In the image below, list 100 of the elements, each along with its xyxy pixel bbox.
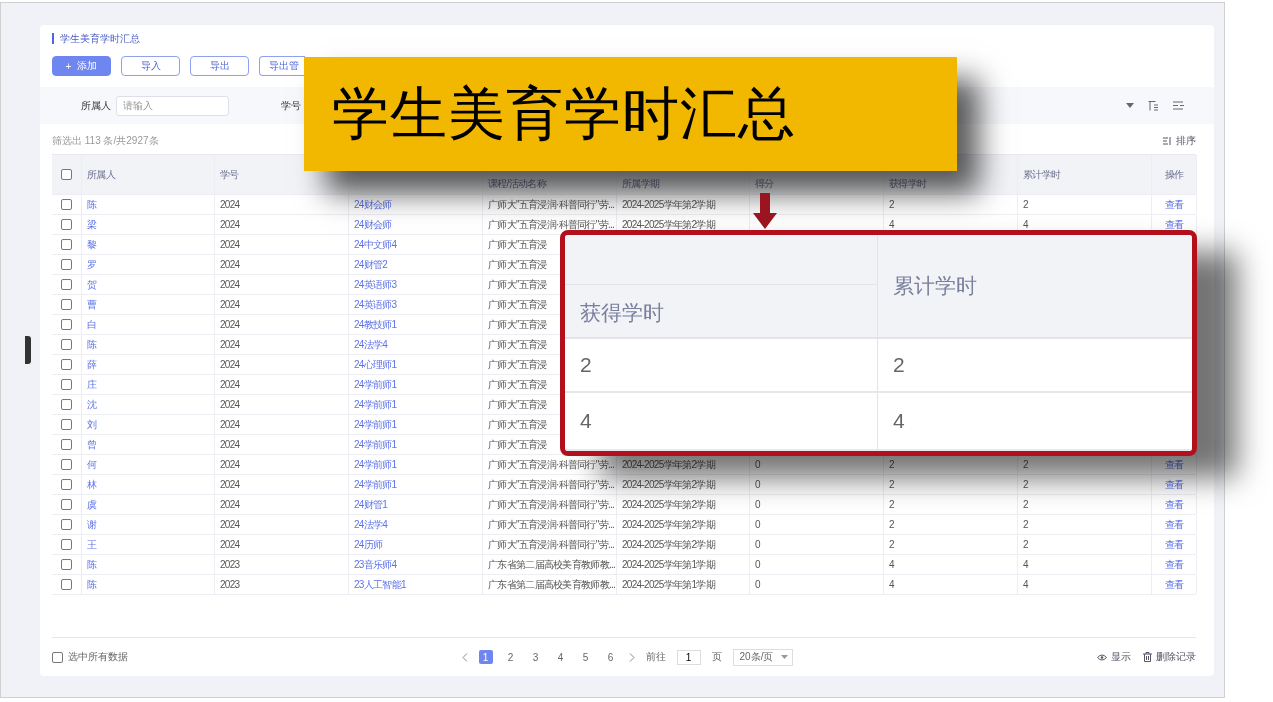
header-checkbox[interactable]	[61, 169, 72, 180]
checkbox[interactable]	[61, 439, 72, 450]
class-link[interactable]: 24教技师1	[354, 317, 397, 332]
checkbox[interactable]	[61, 499, 72, 510]
delete-records-button[interactable]: 删除记录	[1143, 650, 1196, 664]
table-cell: 广师大"五育浸润·科普同行"劳...	[488, 197, 615, 212]
view-link[interactable]: 查看	[1164, 577, 1184, 592]
page-button[interactable]: 4	[553, 650, 568, 664]
checkbox[interactable]	[61, 379, 72, 390]
page-button[interactable]: 5	[578, 650, 593, 664]
checkbox[interactable]	[61, 199, 72, 210]
view-link[interactable]: 查看	[1164, 457, 1184, 472]
collapse-handle[interactable]	[25, 336, 31, 364]
page-button[interactable]: 2	[503, 650, 518, 664]
class-link[interactable]: 24法学4	[354, 337, 388, 352]
caret-icon[interactable]	[1126, 103, 1134, 108]
student-name-link[interactable]: 陈	[87, 337, 97, 352]
view-link[interactable]: 查看	[1164, 517, 1184, 532]
checkbox[interactable]	[61, 259, 72, 270]
student-name-link[interactable]: 陈	[87, 557, 97, 572]
student-name-link[interactable]: 曾	[87, 437, 97, 452]
student-name-link[interactable]: 陈	[87, 577, 97, 592]
table-cell: 广师大"五育浸	[488, 357, 547, 372]
class-link[interactable]: 23音乐师4	[354, 557, 397, 572]
list-settings-icon[interactable]	[1173, 101, 1184, 110]
class-link[interactable]: 24中文师4	[354, 237, 397, 252]
checkbox[interactable]	[61, 539, 72, 550]
student-name-link[interactable]: 王	[87, 537, 97, 552]
class-link[interactable]: 24财会师	[354, 217, 392, 232]
class-link[interactable]: 24英语师3	[354, 277, 397, 292]
student-name-link[interactable]: 黎	[87, 237, 97, 252]
student-name-link[interactable]: 庄	[87, 377, 97, 392]
table-cell: 2024-2025学年第2学期	[622, 217, 715, 232]
select-all-checkbox[interactable]	[52, 651, 63, 663]
checkbox[interactable]	[61, 359, 72, 370]
checkbox[interactable]	[61, 579, 72, 590]
toolbar-button[interactable]: 导出管	[259, 56, 305, 76]
student-name-link[interactable]: 沈	[87, 397, 97, 412]
table-cell: 广师大"五育浸润·科普同行"劳...	[488, 497, 615, 512]
checkbox[interactable]	[61, 559, 72, 570]
checkbox[interactable]	[61, 319, 72, 330]
table-cell: 2024-2025学年第1学期	[622, 577, 715, 592]
page-input[interactable]: 1	[676, 649, 701, 665]
checkbox[interactable]	[61, 299, 72, 310]
toolbar-button[interactable]: + 添加	[52, 56, 111, 76]
table-cell: 0	[755, 519, 760, 530]
student-name-link[interactable]: 林	[87, 477, 97, 492]
show-button[interactable]: 显示	[1097, 650, 1131, 664]
view-link[interactable]: 查看	[1164, 217, 1184, 232]
class-link[interactable]: 24学前师1	[354, 477, 397, 492]
table-cell: 2024-2025学年第2学期	[622, 497, 715, 512]
class-link[interactable]: 24学前师1	[354, 457, 397, 472]
class-link[interactable]: 24财管1	[354, 497, 388, 512]
class-link[interactable]: 24心理师1	[354, 357, 397, 372]
page-button[interactable]: 1	[478, 650, 493, 664]
student-name-link[interactable]: 曹	[87, 297, 97, 312]
view-link[interactable]: 查看	[1164, 497, 1184, 512]
class-link[interactable]: 24学前师1	[354, 437, 397, 452]
table-cell: 4	[1023, 219, 1028, 230]
class-link[interactable]: 23人工智能1	[354, 577, 406, 592]
checkbox[interactable]	[61, 219, 72, 230]
student-name-link[interactable]: 陈	[87, 197, 97, 212]
checkbox[interactable]	[61, 339, 72, 350]
view-link[interactable]: 查看	[1164, 537, 1184, 552]
view-link[interactable]: 查看	[1164, 557, 1184, 572]
student-name-link[interactable]: 贺	[87, 277, 97, 292]
table-cell: 2024-2025学年第1学期	[622, 557, 715, 572]
student-name-link[interactable]: 薛	[87, 357, 97, 372]
checkbox[interactable]	[61, 239, 72, 250]
class-link[interactable]: 24历师	[354, 537, 383, 552]
student-name-link[interactable]: 罗	[87, 257, 97, 272]
toolbar-button[interactable]: 导出	[190, 56, 249, 76]
view-link[interactable]: 查看	[1164, 197, 1184, 212]
class-link[interactable]: 24法学4	[354, 517, 388, 532]
class-link[interactable]: 24财管2	[354, 257, 388, 272]
sort-button[interactable]: 排序	[1163, 134, 1196, 148]
student-name-link[interactable]: 梁	[87, 217, 97, 232]
class-link[interactable]: 24学前师1	[354, 417, 397, 432]
checkbox[interactable]	[61, 399, 72, 410]
checkbox[interactable]	[61, 479, 72, 490]
page-button[interactable]: 3	[528, 650, 543, 664]
checkbox[interactable]	[61, 519, 72, 530]
page-size-select[interactable]: 20条/页	[732, 648, 794, 666]
checkbox[interactable]	[61, 279, 72, 290]
class-link[interactable]: 24学前师1	[354, 377, 397, 392]
class-link[interactable]: 24财会师	[354, 197, 392, 212]
student-name-link[interactable]: 刘	[87, 417, 97, 432]
student-name-link[interactable]: 何	[87, 457, 97, 472]
toolbar-button[interactable]: 导入	[121, 56, 180, 76]
view-link[interactable]: 查看	[1164, 477, 1184, 492]
student-name-link[interactable]: 谢	[87, 517, 97, 532]
filter-input[interactable]: 请输入	[116, 95, 229, 116]
filter-icon[interactable]	[1148, 100, 1159, 111]
class-link[interactable]: 24学前师1	[354, 397, 397, 412]
page-button[interactable]: 6	[603, 650, 618, 664]
student-name-link[interactable]: 虞	[87, 497, 97, 512]
class-link[interactable]: 24英语师3	[354, 297, 397, 312]
checkbox[interactable]	[61, 419, 72, 430]
checkbox[interactable]	[61, 459, 72, 470]
student-name-link[interactable]: 白	[87, 317, 97, 332]
